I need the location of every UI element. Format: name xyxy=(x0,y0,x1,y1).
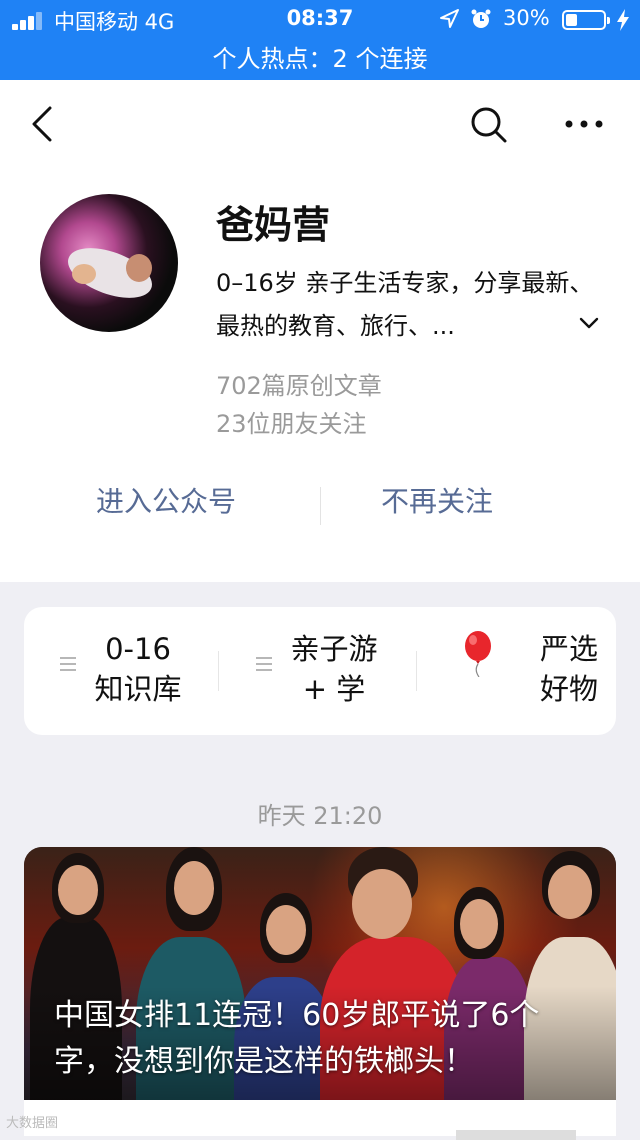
menu-item-label: 严选 好物 xyxy=(539,632,598,706)
chevron-down-icon[interactable] xyxy=(578,316,600,330)
account-menu: 0-16 知识库 亲子游 + 学 严选 好物 xyxy=(24,607,616,735)
more-dots-icon[interactable] xyxy=(562,110,606,138)
account-description[interactable]: 0–16岁 亲子生活专家，分享最新、最热的教育、旅行、... xyxy=(216,262,600,348)
account-name: 爸妈营 xyxy=(216,203,331,247)
article-card[interactable]: 中国女排11连冠！60岁郎平说了6个字，没想到你是这样的铁榔头！ xyxy=(24,847,616,1136)
charging-icon xyxy=(617,9,629,31)
follower-count[interactable]: 23位朋友关注 xyxy=(216,404,367,439)
watermark: 大数据圈 xyxy=(6,1116,59,1131)
menu-item-selected-goods[interactable]: 严选 好物 xyxy=(462,629,602,713)
post-date: 昨天 21:20 xyxy=(257,802,383,830)
hotspot-banner[interactable]: 个人热点：2 个连接 xyxy=(0,40,640,80)
unfollow-button[interactable]: 不再关注 xyxy=(381,480,493,520)
menu-item-knowledge[interactable]: 0-16 知识库 xyxy=(60,629,230,713)
divider xyxy=(320,487,321,525)
account-profile-card: 爸妈营 0–16岁 亲子生活专家，分享最新、最热的教育、旅行、... 702篇原… xyxy=(0,80,640,582)
divider xyxy=(218,651,219,691)
next-article-preview[interactable] xyxy=(24,1100,616,1140)
article-thumbnail xyxy=(456,1130,576,1140)
location-icon xyxy=(440,9,459,28)
battery-percent: 30% xyxy=(503,6,550,30)
menu-item-travel-study[interactable]: 亲子游 + 学 xyxy=(256,629,426,713)
chevron-left-icon[interactable] xyxy=(28,104,58,144)
article-count: 702篇原创文章 xyxy=(216,372,382,400)
menu-item-label: 0-16 知识库 xyxy=(94,632,182,706)
enter-account-button[interactable]: 进入公众号 xyxy=(96,480,236,520)
article-title[interactable]: 中国女排11连冠！60岁郎平说了6个字，没想到你是这样的铁榔头！ xyxy=(54,993,594,1085)
menu-item-label: 亲子游 + 学 xyxy=(290,632,378,706)
list-icon xyxy=(60,657,78,673)
divider xyxy=(416,651,417,691)
status-bar: 中国移动 4G 08:37 30% 个人热点：2 个连接 xyxy=(0,0,640,80)
list-icon xyxy=(256,657,274,673)
avatar[interactable] xyxy=(40,194,178,332)
alarm-icon xyxy=(471,9,491,28)
battery-icon xyxy=(562,10,610,30)
search-icon[interactable] xyxy=(468,104,508,144)
